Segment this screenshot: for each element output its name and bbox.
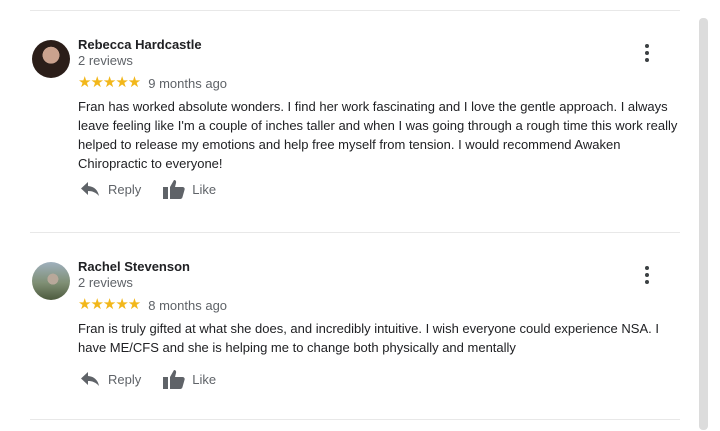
reply-label: Reply xyxy=(108,371,142,387)
star-rating: ★★★★★ xyxy=(78,296,141,313)
review-time: 9 months ago xyxy=(148,75,228,91)
reply-button[interactable]: Reply xyxy=(80,181,141,197)
more-vertical-icon xyxy=(645,44,649,48)
thumbs-up-icon xyxy=(163,180,185,199)
author-review-count[interactable]: 2 reviews xyxy=(78,53,133,68)
avatar[interactable] xyxy=(32,40,70,78)
author-review-count[interactable]: 2 reviews xyxy=(78,275,133,290)
author-name[interactable]: Rebecca Hardcastle xyxy=(78,37,202,52)
like-button[interactable]: Like xyxy=(163,369,216,389)
more-options-button[interactable] xyxy=(640,44,654,62)
reply-icon xyxy=(81,372,99,386)
divider xyxy=(30,232,680,233)
avatar[interactable] xyxy=(32,262,70,300)
author-name[interactable]: Rachel Stevenson xyxy=(78,259,190,274)
reviews-panel: Rebecca Hardcastle 2 reviews ★★★★★ 9 mon… xyxy=(0,0,720,431)
review-text: Fran has worked absolute wonders. I find… xyxy=(78,99,678,171)
divider xyxy=(30,419,680,420)
review-actions: Reply Like xyxy=(80,179,216,199)
scrollbar[interactable] xyxy=(699,18,708,430)
reply-button[interactable]: Reply xyxy=(80,371,141,387)
review-actions: Reply Like xyxy=(80,369,216,389)
like-label: Like xyxy=(192,371,217,387)
like-button[interactable]: Like xyxy=(163,179,216,199)
rating-row: ★★★★★ 8 months ago xyxy=(78,297,227,313)
reply-icon xyxy=(81,182,99,196)
like-label: Like xyxy=(192,181,217,197)
star-rating: ★★★★★ xyxy=(78,74,141,91)
thumbs-up-icon xyxy=(163,370,185,389)
rating-row: ★★★★★ 9 months ago xyxy=(78,75,227,91)
review-text: Fran is truly gifted at what she does, a… xyxy=(78,321,659,355)
divider xyxy=(30,10,680,11)
review-time: 8 months ago xyxy=(148,297,228,313)
reply-label: Reply xyxy=(108,181,142,197)
more-vertical-icon xyxy=(645,266,649,270)
more-options-button[interactable] xyxy=(640,266,654,284)
